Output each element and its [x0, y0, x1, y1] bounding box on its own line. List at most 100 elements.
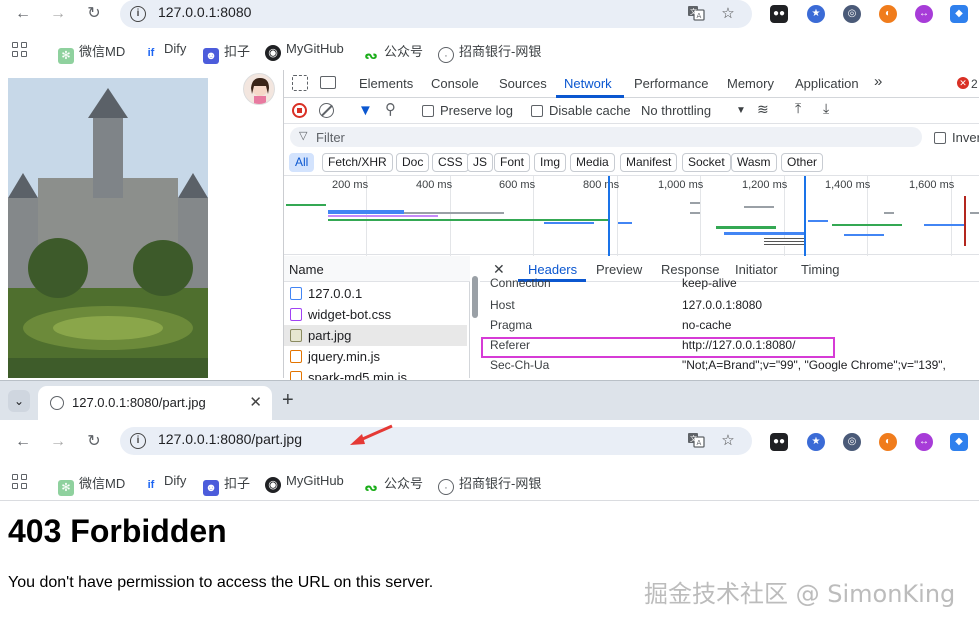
tab-headers[interactable]: Headers	[528, 262, 577, 277]
extension-orange-icon[interactable]: ◐	[879, 433, 897, 451]
reload-icon[interactable]: ↻	[83, 3, 105, 25]
request-list-scrollbar[interactable]	[472, 276, 478, 318]
timeline-bar	[544, 222, 594, 224]
apps-grid-icon[interactable]	[12, 42, 28, 58]
bookmark-gongzhonghao[interactable]: ᔓ 公众号	[363, 41, 423, 64]
bookmark-star-icon[interactable]: ☆	[718, 431, 738, 451]
bookmark-cmbchina[interactable]: · 招商银行-网银	[438, 41, 541, 63]
tab-preview[interactable]: Preview	[596, 262, 642, 277]
checkbox-icon[interactable]	[422, 105, 434, 117]
extension-star-icon[interactable]: ★	[807, 433, 825, 451]
filter-wasm[interactable]: Wasm	[731, 153, 777, 172]
request-row[interactable]: jquery.min.js	[284, 346, 467, 367]
search-icon[interactable]: ⚲	[385, 100, 396, 118]
tab-application[interactable]: Application	[795, 76, 859, 91]
tab-elements[interactable]: Elements	[359, 76, 413, 91]
bookmark-weixinmd[interactable]: ✻ 微信MD	[58, 473, 125, 496]
translate-icon[interactable]: 文A	[686, 431, 706, 451]
forward-arrow-icon[interactable]: →	[47, 431, 69, 453]
extension-star-icon[interactable]: ★	[807, 5, 825, 23]
bookmark-weixinmd[interactable]: ✻ 微信MD	[58, 41, 125, 64]
extension-blue-icon[interactable]: ◆	[950, 433, 968, 451]
filter-js[interactable]: JS	[467, 153, 494, 172]
site-info-icon[interactable]: i	[130, 6, 146, 22]
bookmark-gongzhonghao[interactable]: ᔓ 公众号	[363, 473, 423, 496]
bookmark-kouzi[interactable]: ☻ 扣子	[203, 41, 250, 64]
device-toolbar-icon[interactable]	[320, 76, 336, 89]
extension-circle-icon[interactable]: ◎	[843, 5, 861, 23]
bookmark-kouzi[interactable]: ☻ 扣子	[203, 473, 250, 496]
tab-initiator[interactable]: Initiator	[735, 262, 778, 277]
extension-orange-icon[interactable]: ◐	[879, 5, 897, 23]
request-row[interactable]: widget-bot.css	[284, 304, 467, 325]
network-conditions-icon[interactable]: ≋	[757, 101, 769, 118]
invert-checkbox[interactable]: Inver	[934, 130, 979, 145]
translate-icon[interactable]: 文A	[686, 4, 706, 24]
request-row[interactable]: 127.0.0.1	[284, 283, 467, 304]
extension-purple-icon[interactable]: ↔	[915, 433, 933, 451]
tab-response[interactable]: Response	[661, 262, 720, 277]
chevron-down-icon[interactable]: ▼	[736, 105, 746, 116]
apps-grid-icon[interactable]	[12, 474, 28, 490]
filter-doc[interactable]: Doc	[396, 153, 430, 172]
bookmark-mygithub[interactable]: ◉ MyGitHub	[265, 473, 344, 493]
extension-ghost-icon[interactable]: ●●	[770, 433, 788, 451]
close-details-icon[interactable]: ✕	[493, 261, 505, 278]
filter-media[interactable]: Media	[570, 153, 615, 172]
timeline-bar	[970, 212, 979, 214]
request-row-selected[interactable]: part.jpg	[284, 325, 467, 346]
close-tab-icon[interactable]: ✕	[249, 393, 262, 411]
filter-socket[interactable]: Socket	[682, 153, 731, 172]
name-column-header[interactable]: Name	[284, 256, 470, 282]
extension-ghost-icon[interactable]: ●●	[770, 5, 788, 23]
export-har-icon[interactable]: ⤓	[823, 100, 829, 117]
site-info-icon[interactable]: i	[130, 433, 146, 449]
reload-icon[interactable]: ↻	[83, 431, 105, 453]
filter-all[interactable]: All	[289, 153, 315, 172]
extension-blue-icon[interactable]: ◆	[950, 5, 968, 23]
bookmark-cmbchina[interactable]: · 招商银行-网银	[438, 473, 541, 495]
tab-console[interactable]: Console	[431, 76, 479, 91]
extension-purple-icon[interactable]: ↔	[915, 5, 933, 23]
filter-css[interactable]: CSS	[432, 153, 469, 172]
filter-font[interactable]: Font	[494, 153, 531, 172]
back-arrow-icon[interactable]: ←	[12, 431, 34, 453]
filter-manifest[interactable]: Manifest	[620, 153, 678, 172]
error-message: You don't have permission to access the …	[8, 574, 434, 591]
address-bar[interactable]: i 127.0.0.1:8080/part.jpg 文A ☆	[120, 427, 752, 455]
bookmark-star-icon[interactable]: ☆	[718, 4, 738, 24]
avatar[interactable]	[243, 73, 275, 105]
tab-network[interactable]: Network	[564, 76, 612, 91]
tab-search-chevron-icon[interactable]: ⌄	[8, 390, 30, 412]
address-bar[interactable]: i 127.0.0.1:8080 文A ☆	[120, 0, 752, 28]
tab-performance[interactable]: Performance	[634, 76, 708, 91]
record-stop-icon[interactable]	[292, 103, 307, 118]
new-tab-button[interactable]: +	[282, 389, 294, 412]
bookmark-dify[interactable]: if Dify	[143, 41, 186, 61]
filter-img[interactable]: Img	[534, 153, 567, 172]
throttling-select[interactable]: No throttling	[641, 103, 711, 118]
inspect-element-icon[interactable]	[292, 75, 308, 91]
filter-other[interactable]: Other	[781, 153, 824, 172]
checkbox-icon[interactable]	[531, 105, 543, 117]
disable-cache-checkbox[interactable]: Disable cache	[531, 103, 631, 118]
filter-funnel-icon[interactable]: ▼	[358, 102, 373, 119]
filter-input[interactable]: ▽ Filter	[290, 127, 922, 147]
browser-tab-active[interactable]: 127.0.0.1:8080/part.jpg ✕	[38, 386, 272, 421]
tab-memory[interactable]: Memory	[727, 76, 774, 91]
preserve-log-checkbox[interactable]: Preserve log	[422, 103, 513, 118]
error-icon[interactable]: ✕	[957, 77, 969, 89]
back-arrow-icon[interactable]: ←	[12, 3, 34, 25]
extension-circle-icon[interactable]: ◎	[843, 433, 861, 451]
bookmark-mygithub[interactable]: ◉ MyGitHub	[265, 41, 344, 61]
bookmark-dify[interactable]: if Dify	[143, 473, 186, 493]
checkbox-icon[interactable]	[934, 132, 946, 144]
import-har-icon[interactable]: ⤒	[795, 100, 801, 117]
tab-sources[interactable]: Sources	[499, 76, 547, 91]
tab-timing[interactable]: Timing	[801, 262, 840, 277]
filter-fetch-xhr[interactable]: Fetch/XHR	[322, 153, 393, 172]
clear-icon[interactable]	[319, 103, 334, 118]
forward-arrow-icon[interactable]: →	[47, 3, 69, 25]
network-timeline[interactable]: 200 ms 400 ms 600 ms 800 ms 1,000 ms 1,2…	[284, 175, 979, 256]
more-tabs-icon[interactable]: »	[874, 73, 882, 90]
